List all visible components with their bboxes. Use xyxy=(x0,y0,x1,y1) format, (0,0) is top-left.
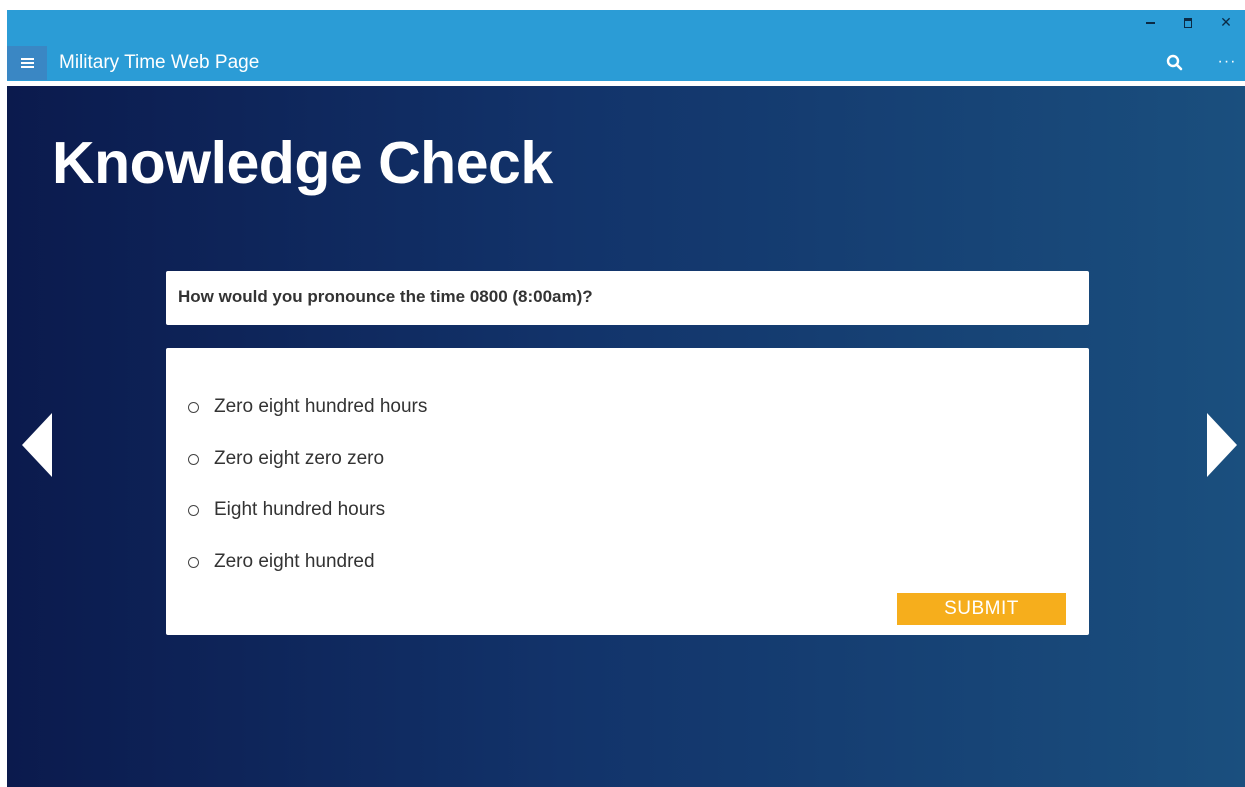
question-text: How would you pronounce the time 0800 (8… xyxy=(178,287,593,306)
answer-option[interactable]: Eight hundred hours xyxy=(188,497,385,523)
radio-button[interactable] xyxy=(188,556,199,568)
answer-label: Zero eight zero zero xyxy=(214,448,385,469)
close-button[interactable]: ✕ xyxy=(1207,10,1245,36)
minimize-icon xyxy=(1145,22,1155,24)
search-icon xyxy=(1166,54,1183,71)
maximize-icon xyxy=(1184,18,1192,28)
answer-label: Eight hundred hours xyxy=(214,499,386,520)
radio-button[interactable] xyxy=(188,504,199,516)
title-bar: ✕ Military Time Web Page ··· xyxy=(7,10,1245,81)
answer-option[interactable]: Zero eight hundred hours xyxy=(188,394,427,420)
radio-button[interactable] xyxy=(188,401,199,413)
search-button[interactable] xyxy=(1165,53,1185,73)
answer-label: Zero eight hundred hours xyxy=(214,396,428,417)
left-arrow-icon xyxy=(22,413,52,477)
question-panel: How would you pronounce the time 0800 (8… xyxy=(166,271,1089,325)
close-icon: ✕ xyxy=(1220,15,1232,31)
radio-button[interactable] xyxy=(188,453,199,465)
answers-panel: Zero eight hundred hours Zero eight zero… xyxy=(166,348,1089,635)
app-window: ✕ Military Time Web Page ··· Knowledge C… xyxy=(7,10,1245,787)
app-title: Military Time Web Page xyxy=(59,52,260,73)
maximize-button[interactable] xyxy=(1169,10,1207,36)
minimize-button[interactable] xyxy=(1131,10,1169,36)
answer-label: Zero eight hundred xyxy=(214,551,375,572)
previous-slide-button[interactable] xyxy=(20,409,56,481)
right-arrow-icon xyxy=(1207,413,1237,477)
window-controls: ✕ xyxy=(1131,10,1245,36)
answer-option[interactable]: Zero eight zero zero xyxy=(188,446,384,472)
course-slide: Knowledge Check How would you pronounce … xyxy=(7,86,1245,787)
more-button[interactable]: ··· xyxy=(1213,48,1241,76)
page-title: Knowledge Check xyxy=(52,130,553,196)
next-slide-button[interactable] xyxy=(1203,409,1239,481)
answer-option[interactable]: Zero eight hundred xyxy=(188,549,375,575)
hamburger-icon xyxy=(20,58,34,68)
menu-button[interactable] xyxy=(7,46,47,80)
submit-button[interactable]: SUBMIT xyxy=(897,593,1066,625)
